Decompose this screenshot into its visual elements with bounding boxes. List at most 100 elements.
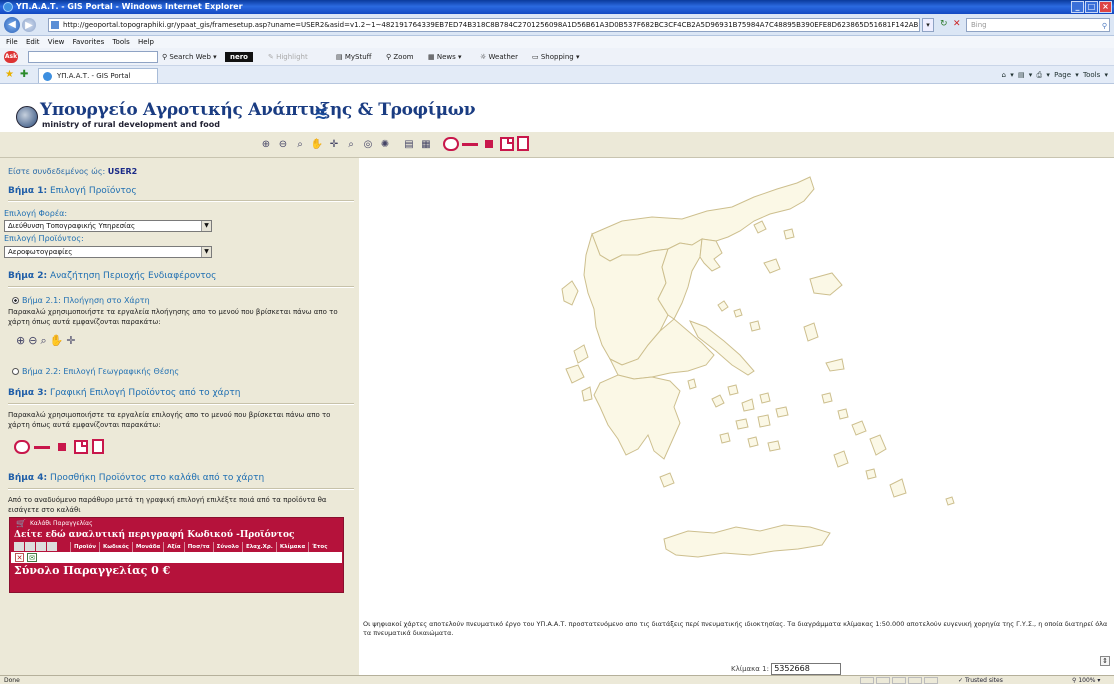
step21-radio[interactable]: Βήμα 2.1: Πλοήγηση στο Χάρτη: [12, 296, 150, 305]
nero-button[interactable]: nero: [225, 52, 253, 62]
map-region: [699, 238, 723, 272]
sidebar: Είστε συνδεδεμένος ώς: USER2 Βήμα 1: Επι…: [0, 158, 359, 675]
map-region: [687, 378, 697, 390]
identify-icon[interactable]: ◎: [361, 136, 375, 152]
search-web-button[interactable]: ⚲ Search Web ▾: [162, 48, 217, 66]
map-region: [783, 228, 795, 240]
map-region: [837, 408, 849, 420]
divider: [8, 200, 354, 202]
map-region: [741, 398, 755, 412]
status-text: Done: [4, 677, 20, 684]
step3-title: Βήμα 3: Γραφική Επιλογή Προϊόντος από το…: [8, 388, 241, 398]
map-region: [593, 374, 681, 460]
status-bar: Done ✓ Trusted sites ⚲ 100% ▾: [0, 675, 1114, 684]
scale-input[interactable]: 5352668: [771, 663, 842, 675]
product-label: Επιλογή Προϊόντος:: [4, 234, 84, 243]
zoom-button[interactable]: ⚲ Zoom: [386, 48, 414, 66]
cart-col: Κωδικός: [99, 542, 132, 552]
site-header: Υπουργείο Αγροτικής Ανάπτυξης & Τροφίμων…: [0, 84, 1114, 132]
add-favorite-icon[interactable]: ✚: [20, 66, 28, 84]
menu-tools[interactable]: Tools: [112, 38, 129, 46]
select-circle-icon[interactable]: [443, 137, 459, 151]
menu-edit[interactable]: Edit: [26, 38, 40, 46]
map-region: [749, 320, 761, 332]
scroll-icon[interactable]: ⇕: [1100, 656, 1110, 666]
cart-col: Κλίμακα: [275, 542, 308, 552]
menu-file[interactable]: File: [6, 38, 18, 46]
select-rectangle-icon[interactable]: [517, 136, 529, 151]
submit-order-icon[interactable]: ✉: [27, 553, 37, 562]
greece-map[interactable]: [492, 159, 962, 614]
maximize-button[interactable]: □: [1085, 1, 1098, 13]
step4-text: Από το αναδυόμενο παράθυρο μετά τη γραφι…: [8, 496, 327, 514]
map-region: [573, 344, 589, 364]
close-button[interactable]: ×: [1099, 1, 1112, 13]
cart-header: 🛒 Καλάθι Παραγγελίας: [16, 519, 93, 528]
weather-button[interactable]: ☼ Weather: [480, 48, 518, 66]
zoom-extent-icon[interactable]: ⌕: [344, 136, 358, 152]
zoom-in-icon[interactable]: ⊕: [259, 136, 273, 152]
chevron-down-icon: ▼: [201, 221, 211, 231]
window-controls: _ □ ×: [1071, 1, 1112, 13]
favorites-star-icon[interactable]: ★: [5, 66, 14, 84]
pan-hand-icon[interactable]: ✋: [310, 136, 324, 152]
pan-hand-icon: ✋: [49, 334, 64, 347]
grid-icon[interactable]: ▦: [419, 136, 433, 152]
table-icon[interactable]: ▤: [402, 136, 416, 152]
map-region: [833, 450, 849, 468]
center-cross-icon: ✛: [66, 334, 76, 347]
map-region: [753, 220, 767, 234]
page-icon: [51, 21, 59, 29]
map-region: [851, 420, 867, 436]
map-region: [809, 272, 843, 296]
shopping-button[interactable]: ▭ Shopping ▾: [532, 48, 579, 66]
forward-button[interactable]: ▶: [22, 18, 36, 32]
ask-logo-icon[interactable]: Ask: [4, 51, 18, 63]
map-region: [565, 364, 585, 384]
refresh-icon[interactable]: ↻: [940, 19, 948, 29]
address-url: http://geoportal.topographiki.gr/ypaat_g…: [63, 21, 920, 29]
zoom-out-icon[interactable]: ⊖: [276, 136, 290, 152]
delete-icon[interactable]: ✕: [15, 553, 24, 562]
map-region: [775, 406, 789, 418]
refresh-map-icon[interactable]: ✺: [378, 136, 392, 152]
map-region: [719, 432, 731, 444]
address-dropdown[interactable]: ▾: [922, 18, 934, 32]
cart-col: Σύνολο: [212, 542, 242, 552]
tab-gis-portal[interactable]: ΥΠ.Α.Α.Τ. - GIS Portal: [38, 68, 158, 83]
divider: [8, 403, 354, 405]
select-point-icon: [58, 443, 66, 451]
select-point-icon[interactable]: [485, 140, 493, 148]
step2-title: Βήμα 2: Αναζήτηση Περιοχής Ενδιαφέροντος: [8, 271, 217, 281]
agency-select[interactable]: Διεύθυνση Τοπογραφικής Υπηρεσίας ▼: [4, 220, 212, 232]
news-button[interactable]: ▦ News ▾: [428, 48, 462, 66]
stop-icon[interactable]: ✕: [953, 19, 961, 29]
highlight-button[interactable]: ✎ Highlight: [268, 48, 308, 66]
search-icon[interactable]: ⚲: [1102, 20, 1107, 32]
menu-view[interactable]: View: [48, 38, 65, 46]
window-titlebar: ΥΠ.Α.Α.Τ. - GIS Portal - Windows Interne…: [0, 0, 1114, 14]
zoom-rect-icon[interactable]: ⌕: [293, 136, 307, 152]
back-button[interactable]: ◀: [4, 17, 20, 33]
divider: [8, 286, 354, 288]
step22-radio[interactable]: Βήμα 2.2: Επιλογή Γεωγραφικής Θέσης: [12, 367, 179, 376]
map-panel[interactable]: Οι ψηφιακοί χάρτες αποτελούν πνευματικό …: [359, 158, 1114, 675]
center-cross-icon[interactable]: ✛: [327, 136, 341, 152]
menu-help[interactable]: Help: [138, 38, 154, 46]
address-input[interactable]: http://geoportal.topographiki.gr/ypaat_g…: [48, 18, 920, 32]
minimize-button[interactable]: _: [1071, 1, 1084, 13]
cart-details-link[interactable]: Δείτε εδώ αναλυτική περιγραφή Κωδικού -Π…: [10, 529, 343, 542]
product-select[interactable]: Αεροφωτογραφίες ▼: [4, 246, 212, 258]
cart-col: Έτος: [308, 542, 330, 552]
map-region: [727, 384, 739, 396]
select-line-icon[interactable]: [462, 143, 478, 146]
zoom-rect-icon: ⌕: [40, 334, 47, 347]
command-bar[interactable]: ⌂ ▾ ▤ ▾ ⎙ ▾ Page ▾ Tools ▾: [1002, 66, 1108, 84]
search-input[interactable]: Bing ⚲: [966, 18, 1110, 32]
map-region: [865, 468, 877, 480]
step3-text: Παρακαλώ χρησιμοποιήστε τα εργαλεία επιλ…: [8, 411, 331, 429]
menu-favorites[interactable]: Favorites: [73, 38, 105, 46]
toolbar-search-input[interactable]: [28, 51, 158, 63]
select-polygon-icon[interactable]: [500, 137, 514, 151]
mystuff-button[interactable]: ▤ MyStuff: [336, 48, 371, 66]
